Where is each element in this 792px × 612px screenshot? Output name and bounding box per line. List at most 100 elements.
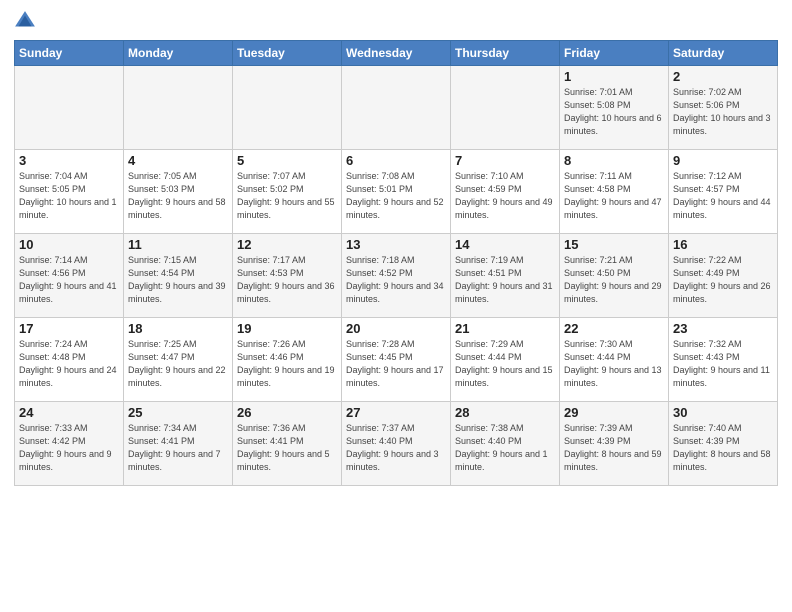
day-number: 1 [564, 69, 664, 84]
day-number: 6 [346, 153, 446, 168]
day-number: 19 [237, 321, 337, 336]
day-info: Sunrise: 7:15 AM Sunset: 4:54 PM Dayligh… [128, 254, 228, 306]
calendar-cell: 3Sunrise: 7:04 AM Sunset: 5:05 PM Daylig… [15, 150, 124, 234]
calendar-cell [15, 66, 124, 150]
weekday-header: Monday [124, 41, 233, 66]
calendar-cell: 25 Sunrise: 7:34 AM Sunset: 4:41 PM Dayli… [124, 402, 233, 486]
weekday-header: Tuesday [233, 41, 342, 66]
calendar-cell [233, 66, 342, 150]
day-info: Sunrise: 7:21 AM Sunset: 4:50 PM Dayligh… [564, 254, 664, 306]
day-info: Sunrise: 7:33 AM Sunset: 4:42 PM Dayligh… [19, 422, 119, 474]
day-info: Sunrise: 7:25 AM Sunset: 4:47 PM Dayligh… [128, 338, 228, 390]
calendar-week-row: 17 Sunrise: 7:24 AM Sunset: 4:48 PM Dayli… [15, 318, 778, 402]
day-info: Sunrise: 7:17 AM Sunset: 4:53 PM Dayligh… [237, 254, 337, 306]
day-info: Sunrise: 7:12 AM Sunset: 4:57 PM Dayligh… [673, 170, 773, 222]
day-info: Sunrise: 7:05 AM Sunset: 5:03 PM Dayligh… [128, 170, 228, 222]
day-info: Sunrise: 7:36 AM Sunset: 4:41 PM Dayligh… [237, 422, 337, 474]
calendar-cell: 22 Sunrise: 7:30 AM Sunset: 4:44 PM Dayli… [560, 318, 669, 402]
day-number: 8 [564, 153, 664, 168]
day-info: Sunrise: 7:29 AM Sunset: 4:44 PM Dayligh… [455, 338, 555, 390]
day-number: 4 [128, 153, 228, 168]
weekday-row: SundayMondayTuesdayWednesdayThursdayFrid… [15, 41, 778, 66]
calendar-cell: 21 Sunrise: 7:29 AM Sunset: 4:44 PM Dayli… [451, 318, 560, 402]
calendar-cell: 18 Sunrise: 7:25 AM Sunset: 4:47 PM Dayli… [124, 318, 233, 402]
calendar-cell: 26 Sunrise: 7:36 AM Sunset: 4:41 PM Dayli… [233, 402, 342, 486]
day-info: Sunrise: 7:28 AM Sunset: 4:45 PM Dayligh… [346, 338, 446, 390]
calendar-cell: 2 Sunrise: 7:02 AM Sunset: 5:06 PM Daylig… [669, 66, 778, 150]
logo-icon [14, 10, 36, 32]
day-info: Sunrise: 7:32 AM Sunset: 4:43 PM Dayligh… [673, 338, 773, 390]
day-number: 9 [673, 153, 773, 168]
day-info: Sunrise: 7:08 AM Sunset: 5:01 PM Dayligh… [346, 170, 446, 222]
day-info: Sunrise: 7:39 AM Sunset: 4:39 PM Dayligh… [564, 422, 664, 474]
calendar-cell: 24 Sunrise: 7:33 AM Sunset: 4:42 PM Dayli… [15, 402, 124, 486]
header [14, 10, 778, 32]
calendar-cell: 12 Sunrise: 7:17 AM Sunset: 4:53 PM Dayli… [233, 234, 342, 318]
calendar-cell: 6 Sunrise: 7:08 AM Sunset: 5:01 PM Daylig… [342, 150, 451, 234]
weekday-header: Saturday [669, 41, 778, 66]
day-number: 18 [128, 321, 228, 336]
calendar-cell: 15 Sunrise: 7:21 AM Sunset: 4:50 PM Dayli… [560, 234, 669, 318]
day-number: 21 [455, 321, 555, 336]
calendar-cell: 16 Sunrise: 7:22 AM Sunset: 4:49 PM Dayli… [669, 234, 778, 318]
calendar-cell: 28Sunrise: 7:38 AM Sunset: 4:40 PM Dayli… [451, 402, 560, 486]
day-number: 16 [673, 237, 773, 252]
weekday-header: Thursday [451, 41, 560, 66]
day-number: 11 [128, 237, 228, 252]
logo [14, 10, 40, 32]
day-number: 23 [673, 321, 773, 336]
calendar-cell: 9 Sunrise: 7:12 AM Sunset: 4:57 PM Daylig… [669, 150, 778, 234]
day-number: 13 [346, 237, 446, 252]
calendar-cell: 10Sunrise: 7:14 AM Sunset: 4:56 PM Dayli… [15, 234, 124, 318]
main-container: SundayMondayTuesdayWednesdayThursdayFrid… [0, 0, 792, 494]
day-info: Sunrise: 7:24 AM Sunset: 4:48 PM Dayligh… [19, 338, 119, 390]
calendar-cell: 17 Sunrise: 7:24 AM Sunset: 4:48 PM Dayli… [15, 318, 124, 402]
weekday-header: Sunday [15, 41, 124, 66]
day-number: 17 [19, 321, 119, 336]
calendar-cell [124, 66, 233, 150]
day-number: 12 [237, 237, 337, 252]
calendar-cell: 29 Sunrise: 7:39 AM Sunset: 4:39 PM Dayli… [560, 402, 669, 486]
weekday-header: Friday [560, 41, 669, 66]
calendar-week-row: 1 Sunrise: 7:01 AM Sunset: 5:08 PM Daylig… [15, 66, 778, 150]
calendar-cell: 13Sunrise: 7:18 AM Sunset: 4:52 PM Dayli… [342, 234, 451, 318]
calendar-cell: 7Sunrise: 7:10 AM Sunset: 4:59 PM Daylig… [451, 150, 560, 234]
day-info: Sunrise: 7:02 AM Sunset: 5:06 PM Dayligh… [673, 86, 773, 138]
day-info: Sunrise: 7:19 AM Sunset: 4:51 PM Dayligh… [455, 254, 555, 306]
calendar-cell: 8Sunrise: 7:11 AM Sunset: 4:58 PM Daylig… [560, 150, 669, 234]
day-info: Sunrise: 7:40 AM Sunset: 4:39 PM Dayligh… [673, 422, 773, 474]
calendar-cell: 5 Sunrise: 7:07 AM Sunset: 5:02 PM Daylig… [233, 150, 342, 234]
day-number: 25 [128, 405, 228, 420]
day-number: 26 [237, 405, 337, 420]
calendar-cell [451, 66, 560, 150]
day-info: Sunrise: 7:10 AM Sunset: 4:59 PM Dayligh… [455, 170, 555, 222]
calendar-cell: 4 Sunrise: 7:05 AM Sunset: 5:03 PM Daylig… [124, 150, 233, 234]
day-number: 27 [346, 405, 446, 420]
day-info: Sunrise: 7:26 AM Sunset: 4:46 PM Dayligh… [237, 338, 337, 390]
day-info: Sunrise: 7:34 AM Sunset: 4:41 PM Dayligh… [128, 422, 228, 474]
weekday-header: Wednesday [342, 41, 451, 66]
day-number: 5 [237, 153, 337, 168]
day-number: 20 [346, 321, 446, 336]
calendar-week-row: 3Sunrise: 7:04 AM Sunset: 5:05 PM Daylig… [15, 150, 778, 234]
calendar-week-row: 10Sunrise: 7:14 AM Sunset: 4:56 PM Dayli… [15, 234, 778, 318]
day-number: 28 [455, 405, 555, 420]
calendar-cell: 1 Sunrise: 7:01 AM Sunset: 5:08 PM Daylig… [560, 66, 669, 150]
day-info: Sunrise: 7:22 AM Sunset: 4:49 PM Dayligh… [673, 254, 773, 306]
day-info: Sunrise: 7:30 AM Sunset: 4:44 PM Dayligh… [564, 338, 664, 390]
day-info: Sunrise: 7:04 AM Sunset: 5:05 PM Dayligh… [19, 170, 119, 222]
calendar-body: 1 Sunrise: 7:01 AM Sunset: 5:08 PM Daylig… [15, 66, 778, 486]
calendar-week-row: 24 Sunrise: 7:33 AM Sunset: 4:42 PM Dayli… [15, 402, 778, 486]
day-number: 24 [19, 405, 119, 420]
day-info: Sunrise: 7:01 AM Sunset: 5:08 PM Dayligh… [564, 86, 664, 138]
day-number: 29 [564, 405, 664, 420]
day-info: Sunrise: 7:07 AM Sunset: 5:02 PM Dayligh… [237, 170, 337, 222]
calendar-cell: 14Sunrise: 7:19 AM Sunset: 4:51 PM Dayli… [451, 234, 560, 318]
calendar-cell: 20 Sunrise: 7:28 AM Sunset: 4:45 PM Dayli… [342, 318, 451, 402]
day-info: Sunrise: 7:14 AM Sunset: 4:56 PM Dayligh… [19, 254, 119, 306]
day-number: 22 [564, 321, 664, 336]
calendar-table: SundayMondayTuesdayWednesdayThursdayFrid… [14, 40, 778, 486]
day-number: 15 [564, 237, 664, 252]
day-number: 2 [673, 69, 773, 84]
calendar-cell: 27Sunrise: 7:37 AM Sunset: 4:40 PM Dayli… [342, 402, 451, 486]
